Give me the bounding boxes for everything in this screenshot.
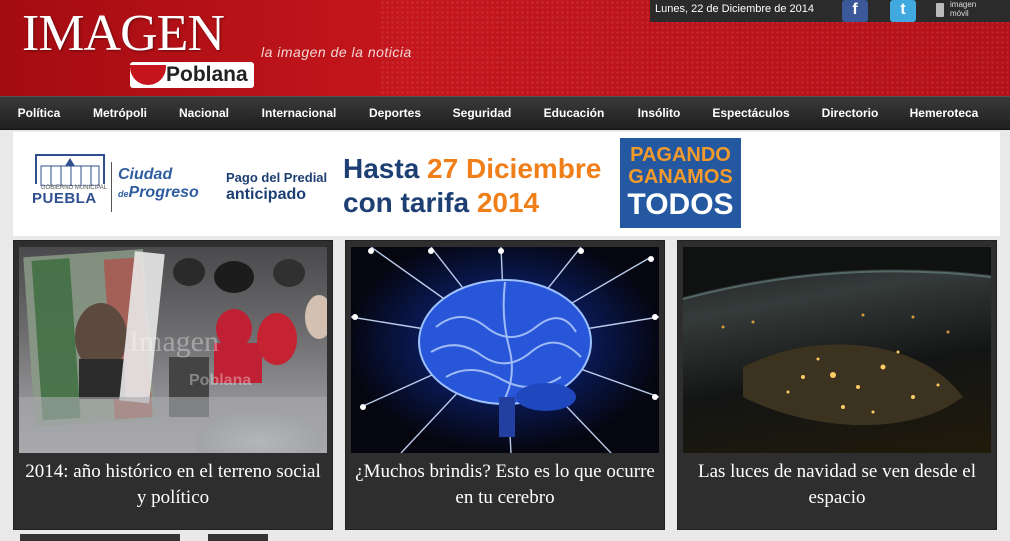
nav-item-hemeroteca[interactable]: Hemeroteca: [904, 97, 984, 130]
nav-item-nacional[interactable]: Nacional: [172, 97, 236, 130]
phone-icon[interactable]: [936, 3, 944, 17]
ciudad-line-2: deProgreso: [118, 184, 199, 201]
nav-item-internacional[interactable]: Internacional: [254, 97, 344, 130]
site-tagline: la imagen de la noticia: [261, 44, 412, 60]
site-logo[interactable]: IMAGEN: [22, 4, 225, 64]
next-row-strip: [20, 534, 180, 541]
slogan-line-2: GANAMOS: [628, 166, 733, 188]
nav-item-metropoli[interactable]: Metrópoli: [86, 97, 154, 130]
facebook-icon[interactable]: f: [842, 0, 868, 22]
earth-night-photo[interactable]: [683, 247, 991, 453]
twitter-icon[interactable]: t: [890, 0, 916, 22]
logo-arc: [130, 65, 166, 85]
mobile-label-1: imagen: [950, 0, 977, 9]
deadline-line-1: Hasta 27 Diciembre: [343, 153, 602, 184]
deadline-line-2: con tarifa 2014: [343, 187, 540, 218]
site-header: IMAGEN Poblana la imagen de la noticia L…: [0, 0, 1010, 96]
mobile-link[interactable]: imagen móvil: [950, 0, 976, 18]
nav-item-seguridad[interactable]: Seguridad: [446, 97, 518, 130]
nav-item-directorio[interactable]: Directorio: [814, 97, 886, 130]
pago-line-1: Pago del Predial: [226, 170, 328, 185]
article-title[interactable]: ¿Muchos brindis? Esto es lo que ocurre e…: [352, 459, 658, 511]
pago-text: Pago del Predial anticipado: [226, 169, 327, 203]
pago-line-2: anticipado: [226, 186, 307, 203]
nav-item-educacion[interactable]: Educación: [536, 97, 612, 130]
nav-item-deportes[interactable]: Deportes: [362, 97, 428, 130]
slogan-line-1: PAGANDO: [630, 144, 731, 166]
nav-item-politica[interactable]: Política: [10, 97, 68, 130]
logo-sub-badge[interactable]: Poblana: [130, 62, 254, 88]
current-date: Lunes, 22 de Diciembre de 2014: [655, 3, 814, 15]
photo-watermark: Imagen Poblana: [129, 325, 252, 389]
city-hall-icon: [35, 154, 105, 187]
protest-photo[interactable]: Imagen Poblana: [19, 247, 327, 453]
gov-name: PUEBLA: [32, 190, 97, 207]
brain-photo[interactable]: [351, 247, 659, 453]
predial-ad-banner[interactable]: GOBIERNO MUNICIPAL PUEBLA Ciudad deProgr…: [13, 132, 1000, 236]
ciudad-progreso-logo: Ciudad deProgreso: [118, 166, 199, 203]
slogan-line-3: TODOS: [627, 188, 734, 221]
main-nav: Política Metrópoli Nacional Internaciona…: [0, 96, 1010, 130]
nav-item-insolito[interactable]: Insólito: [630, 97, 688, 130]
slogan-box: PAGANDO GANAMOS TODOS: [620, 138, 741, 228]
logo-sub-text: Poblana: [166, 63, 248, 86]
divider: [111, 162, 112, 212]
article-card-3[interactable]: Las luces de navidad se ven desde el esp…: [677, 240, 997, 530]
article-card-1[interactable]: Imagen Poblana 2014: año histórico en el…: [13, 240, 333, 530]
article-title[interactable]: Las luces de navidad se ven desde el esp…: [684, 459, 990, 511]
article-card-2[interactable]: ¿Muchos brindis? Esto es lo que ocurre e…: [345, 240, 665, 530]
deadline-text: Hasta 27 Diciembre con tarifa 2014: [343, 152, 601, 220]
article-title[interactable]: 2014: año histórico en el terreno social…: [20, 459, 326, 511]
mobile-label-2: móvil: [950, 9, 969, 18]
ciudad-line-1: Ciudad: [118, 166, 173, 183]
next-row-strip: [208, 534, 268, 541]
nav-item-espectaculos[interactable]: Espectáculos: [706, 97, 796, 130]
